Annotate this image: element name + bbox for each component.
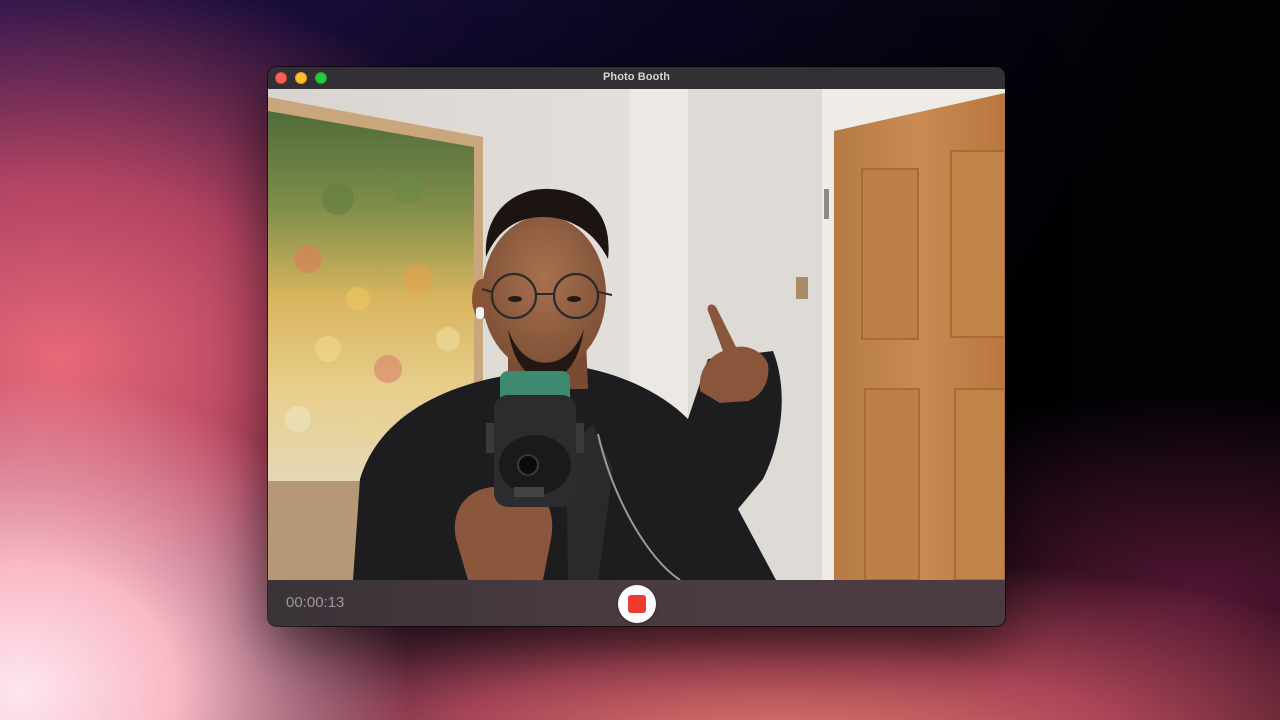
camera-preview bbox=[268, 89, 1005, 580]
control-bar: 00:00:13 bbox=[268, 580, 1005, 626]
stop-icon bbox=[628, 595, 646, 613]
window-title: Photo Booth bbox=[602, 71, 671, 83]
stop-recording-button[interactable] bbox=[618, 585, 656, 623]
camera-feed-image bbox=[268, 89, 1005, 580]
window-titlebar[interactable]: Photo Booth bbox=[268, 67, 1005, 90]
recording-timer: 00:00:13 bbox=[286, 594, 345, 611]
photo-booth-window: Photo Booth 00:00:13 bbox=[268, 67, 1005, 626]
desktop: Photo Booth 00:00:13 bbox=[0, 0, 1280, 720]
